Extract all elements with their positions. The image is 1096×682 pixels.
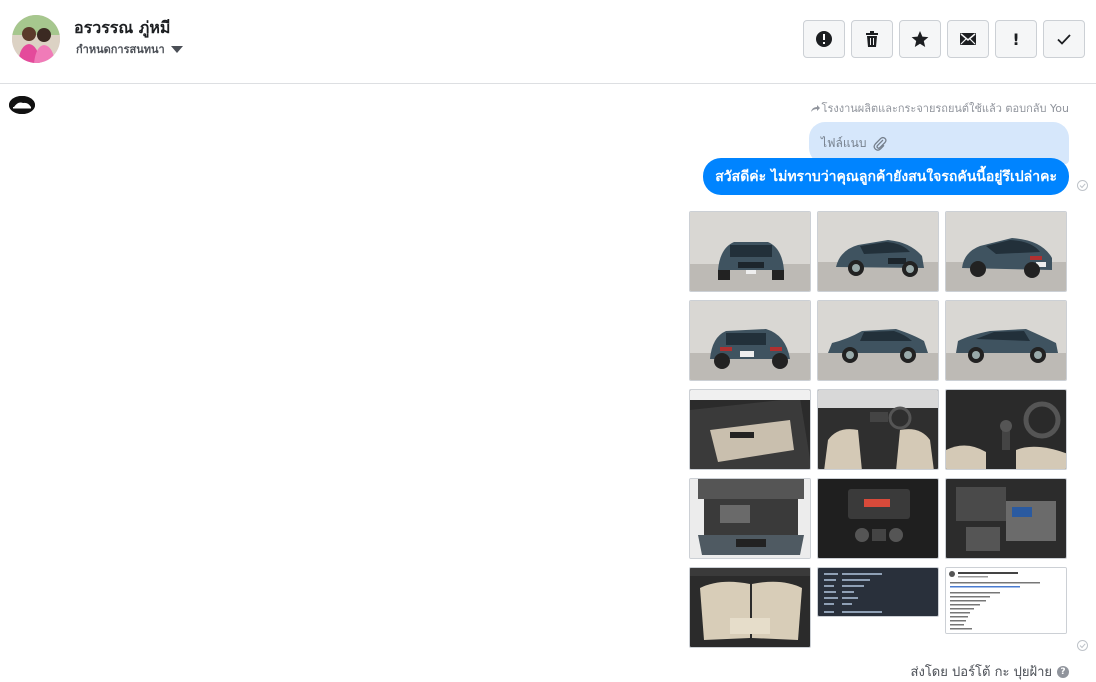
message-text: สวัสดีค่ะ ไม่ทราบว่าคุณลูกค้ายังสนใจรถคั… <box>715 168 1057 185</box>
sent-by-text: ส่งโดย ปอร์โต้ กะ ปุยฝ้าย <box>910 665 1052 680</box>
caret-down-icon <box>170 45 183 53</box>
trash-icon <box>866 31 878 47</box>
page-logo <box>9 96 35 114</box>
photo-grid <box>689 211 1067 648</box>
exclamation-icon: ! <box>1012 29 1020 49</box>
attachment-label: ไฟล์แนบ <box>821 136 867 150</box>
help-icon[interactable]: ? <box>1057 665 1069 678</box>
car-front-photo[interactable] <box>689 211 811 292</box>
conversation-header: อรวรรณ ภู่หมี กำหนดการสนทนา ! <box>0 0 1096 84</box>
car-side-photo[interactable] <box>817 300 939 381</box>
car-console-photo[interactable] <box>817 478 939 559</box>
spam-button[interactable] <box>803 20 845 58</box>
car-door-interior-photo[interactable] <box>689 389 811 470</box>
car-engine-bay-photo[interactable] <box>689 478 811 559</box>
conversation-toolbar: ! <box>803 20 1085 58</box>
post-screenshot-photo[interactable] <box>945 567 1067 634</box>
paperclip-icon <box>873 136 888 151</box>
envelope-icon <box>960 33 976 45</box>
mark-unread-button[interactable] <box>947 20 989 58</box>
car-front-angle-photo[interactable] <box>817 211 939 292</box>
contact-avatar[interactable] <box>12 15 60 63</box>
reply-arrow-icon <box>810 105 820 112</box>
follow-up-button[interactable]: ! <box>995 20 1037 58</box>
mark-done-button[interactable] <box>1043 20 1085 58</box>
delete-button[interactable] <box>851 20 893 58</box>
assign-label: กำหนดการสนทนา <box>76 43 165 56</box>
message-bubble[interactable]: สวัสดีค่ะ ไม่ทราบว่าคุณลูกค้ายังสนใจรถคั… <box>703 158 1069 195</box>
car-rear-seat-photo[interactable] <box>689 567 811 648</box>
check-icon <box>1057 34 1071 45</box>
star-icon <box>911 31 929 47</box>
sent-check-icon <box>1077 180 1088 191</box>
car-rear-angle-photo[interactable] <box>945 211 1067 292</box>
car-engine-photo[interactable] <box>945 478 1067 559</box>
alert-circle-icon <box>816 31 832 47</box>
spec-screenshot-photo[interactable] <box>817 567 939 617</box>
car-dashboard-photo[interactable] <box>817 389 939 470</box>
car-side-photo[interactable] <box>945 300 1067 381</box>
star-button[interactable] <box>899 20 941 58</box>
assign-conversation-dropdown[interactable]: กำหนดการสนทนา <box>76 40 183 58</box>
reply-note-text: โรงงานผลิตและกระจายรถยนต์ใช้แล้ว ตอบกลับ… <box>821 102 1069 115</box>
car-rear-photo[interactable] <box>689 300 811 381</box>
sent-by: ส่งโดย ปอร์โต้ กะ ปุยฝ้าย ? <box>911 661 1069 682</box>
sent-check-icon <box>1077 640 1088 651</box>
car-gearshift-photo[interactable] <box>945 389 1067 470</box>
contact-name: อรวรรณ ภู่หมี <box>74 18 171 37</box>
reply-note: โรงงานผลิตและกระจายรถยนต์ใช้แล้ว ตอบกลับ… <box>810 99 1069 117</box>
